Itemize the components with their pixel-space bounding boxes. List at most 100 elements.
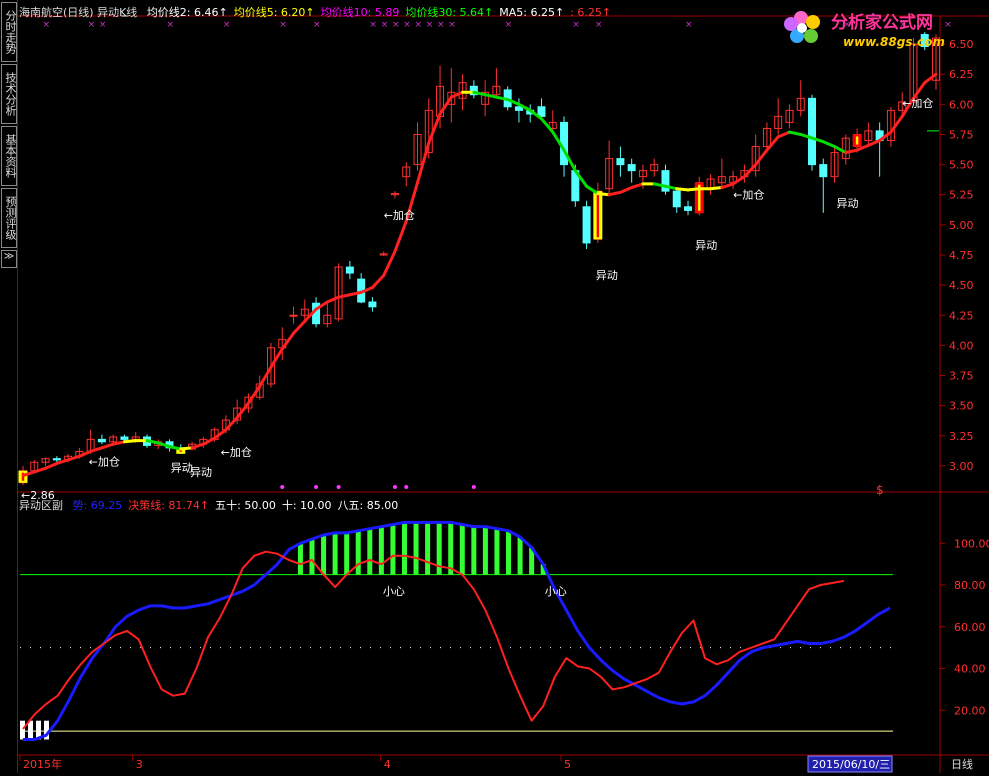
signal-mark: × (43, 20, 51, 30)
candle-body (345, 266, 354, 274)
candle-body (684, 206, 693, 211)
kline-annotation: ←加仓 (221, 445, 252, 459)
ma-line-segment (539, 117, 555, 134)
ma-line-segment (607, 190, 622, 197)
signal-dot (404, 485, 409, 489)
ma-line-segment (427, 112, 442, 145)
ma-line-segment (393, 219, 408, 253)
ma-line-segment (416, 141, 431, 185)
dollar-mark: $ (876, 483, 884, 497)
y-tick-label: 4.00 (949, 339, 974, 352)
y-tick-label: 5.25 (949, 189, 974, 202)
sub-y-tick-label: 60.00 (954, 621, 986, 634)
sub-header-values: 势: 69.25 决策线: 81.74↑ 五十: 50.00 十: 10.00 八五: … (67, 499, 399, 512)
start-bar (20, 720, 25, 740)
current-date: 2015/06/10/三 (812, 758, 890, 771)
ma-line-segment (675, 187, 690, 192)
sub-header: 异动区副 势: 69.25 决策线: 81.74↑ 五十: 50.00 十: 10.0… (19, 497, 398, 513)
signal-dot (471, 485, 476, 489)
indicator-name: 异动K线 (97, 6, 138, 19)
signal-bar (390, 524, 396, 575)
kline-annotation: 异动 (190, 466, 212, 479)
signal-dot (314, 485, 319, 489)
y-tick-label: 3.75 (949, 370, 974, 383)
signal-mark: × (99, 20, 107, 30)
sidebar: 分时走势 技术分析 基本资料 预测评级 ≫ (0, 0, 17, 773)
candle-body (289, 314, 298, 317)
ma-line-segment (325, 295, 341, 304)
main-header-item-0: 均价线2: 6.46↑ (146, 6, 228, 19)
candle-body (819, 164, 828, 178)
signal-dot (392, 485, 397, 489)
ma-line-segment (89, 446, 104, 453)
x-tick-label: 3 (136, 758, 143, 771)
candle-body (537, 106, 546, 117)
signal-dot (336, 485, 341, 489)
x-tick-label: 2015年 (23, 757, 62, 771)
y-tick-label: 5.50 (949, 159, 974, 172)
main-header-item-3: 均价线30: 5.64↑ (405, 6, 494, 19)
ma-line-segment (32, 466, 48, 474)
signal-mark: × (392, 20, 400, 30)
highlight-candle-core (596, 193, 600, 238)
candle-body (808, 97, 817, 166)
x-tick-label: 4 (384, 758, 391, 771)
tab-more[interactable]: ≫ (1, 250, 17, 268)
ma-line-segment (618, 186, 634, 194)
ma-line-segment (765, 135, 780, 152)
tab-time-sharing[interactable]: 分时走势 (1, 2, 17, 62)
ma-line-segment (596, 192, 611, 197)
ma-line-segment (438, 95, 453, 116)
signal-bar (506, 530, 512, 575)
signal-mark: × (595, 20, 603, 30)
start-bar (28, 720, 33, 740)
signal-mark: × (369, 20, 377, 30)
ma-line-segment (292, 319, 307, 335)
y-tick-label: 4.25 (949, 309, 974, 322)
signal-bar (517, 537, 523, 575)
kline-chart: ←2.86←加仓 异动异动←加仓←加仓异动异动←加仓异动←加仓 × × × × × × × × ×… (17, 0, 989, 773)
sub-y-tick-label: 80.00 (954, 579, 986, 592)
signal-bar (378, 526, 384, 575)
logo-text: 分析家公式网 (831, 12, 933, 33)
candle-body (120, 436, 129, 440)
ma-line-segment (776, 130, 791, 139)
main-header-item-2: 均价线10: 5.89 (320, 6, 400, 19)
ma-line-segment (190, 442, 205, 450)
y-tick-label: 5.75 (949, 128, 974, 141)
ma-line-segment (235, 401, 250, 420)
main-header: 海南航空(日线) 异动K线 均价线2: 6.46↑ 均价线5: 6.20↑ 均价线1… (19, 4, 611, 20)
x-tick-label: 5 (564, 758, 571, 771)
signal-mark: × (685, 20, 693, 30)
ma-line-segment (213, 428, 228, 440)
y-tick-label: 4.50 (949, 279, 974, 292)
ma-line-segment (66, 454, 81, 462)
candle-body (627, 164, 636, 172)
ma-line-segment (866, 139, 882, 147)
y-tick-label: 6.00 (949, 98, 974, 111)
period-label: 日线 (951, 757, 973, 771)
candle-body (672, 190, 681, 208)
signal-mark: × (223, 20, 231, 30)
tab-technical-analysis[interactable]: 技术分析 (1, 64, 17, 124)
sub-header-item-0: 势: 69.25 (72, 499, 123, 512)
sub-y-tick-label: 40.00 (954, 663, 986, 676)
signal-dot (280, 485, 285, 489)
ma-line-segment (179, 446, 194, 451)
ma-line-segment (686, 187, 701, 192)
ma-line-segment (754, 148, 769, 167)
sub-y-tick-label: 20.00 (954, 704, 986, 717)
signal-bar (367, 528, 373, 575)
signal-bar (401, 522, 407, 575)
signal-bar (344, 532, 350, 575)
y-tick-label: 3.25 (949, 430, 974, 443)
signal-bar (355, 530, 361, 575)
chart-area: ←2.86 ←加仓 异动 异动 ←加仓 ←加仓 异动 异动 ←加仓 异动 ←加仓 × × × × × × × × ×… (17, 0, 989, 773)
tab-basic-info[interactable]: 基本资料 (1, 126, 17, 186)
signal-bar (425, 522, 431, 575)
signal-mark: × (572, 20, 580, 30)
kline-annotation: 异动 (837, 197, 859, 210)
tab-forecast-rating[interactable]: 预测评级 (1, 188, 17, 248)
ma-line-segment (370, 273, 386, 290)
sub-header-item-2: 五十: 50.00 (215, 499, 276, 512)
